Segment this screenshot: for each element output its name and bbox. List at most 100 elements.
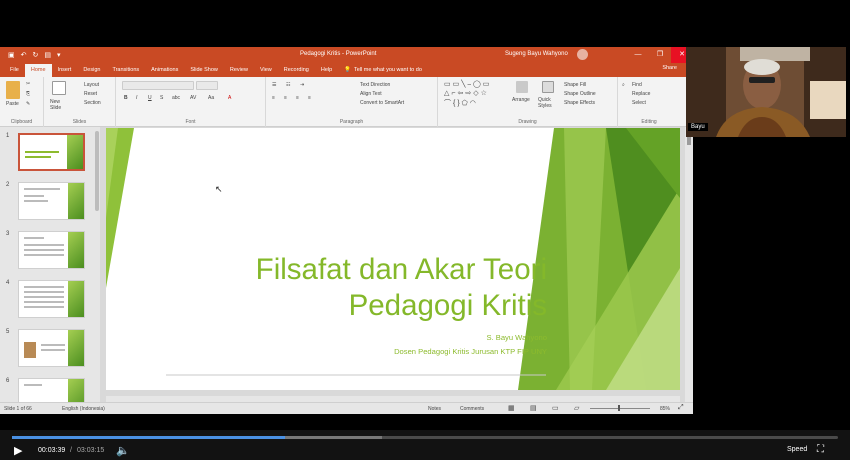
slide-thumbnail-4[interactable] [18,280,85,318]
cut-icon[interactable]: ✂ [26,81,30,87]
numbering-icon[interactable]: ☷ [286,82,290,88]
minimize-button[interactable]: — [627,47,649,63]
customize-qat-icon[interactable]: ▾ [57,51,61,59]
align-left-icon[interactable]: ≡ [272,95,275,101]
change-case-icon[interactable]: Aa [208,95,214,101]
quick-styles-button[interactable]: Quick Styles [538,97,558,109]
copy-icon[interactable]: ⎘ [26,91,30,97]
thumb-text [24,200,48,202]
notes-button[interactable]: Notes [428,406,441,412]
tab-transitions[interactable]: Transitions [106,64,145,77]
new-slide-button[interactable]: New Slide [50,99,70,111]
zoom-slider-thumb[interactable] [618,405,620,411]
new-slide-icon[interactable] [52,81,66,95]
find-button[interactable]: Find [632,82,642,88]
tab-slide-show[interactable]: Slide Show [184,64,224,77]
speed-button[interactable]: Speed [787,446,807,453]
webcam-feed: Bayu [686,47,846,137]
save-icon[interactable]: ▣ [8,51,15,59]
strikethrough-icon[interactable]: abc [172,95,180,101]
slide-thumbnail-2[interactable] [18,182,85,220]
slideshow-view-icon[interactable]: ▱ [574,404,579,412]
slide-thumbnail-1[interactable] [18,133,85,171]
shape-fill-button[interactable]: Shape Fill [564,82,586,88]
shapes-gallery-row3[interactable]: ⌒{}⬠◠ [444,98,478,108]
restore-button[interactable]: ❐ [649,47,671,63]
smartart-button[interactable]: Convert to SmartArt [360,100,404,106]
account-name[interactable]: Sugeng Bayu Wahyono [505,51,568,57]
slide-thumbnail-5[interactable] [18,329,85,367]
current-slide[interactable]: Filsafat dan Akar Teori Pedagogi Kritis … [106,128,680,390]
thumb-text [24,237,44,239]
select-button[interactable]: Select [632,100,646,106]
shape-outline-button[interactable]: Shape Outline [564,91,596,97]
shapes-gallery-row2[interactable]: △⌐⇦⇨◇☆ [444,89,489,97]
thumb-number: 1 [6,133,10,139]
reset-button[interactable]: Reset [84,91,97,97]
paste-icon[interactable] [6,81,20,99]
justify-icon[interactable]: ≡ [308,95,311,101]
comments-button[interactable]: Comments [460,406,484,412]
arrange-button[interactable]: Arrange [512,97,530,103]
indent-icon[interactable]: ⇥ [300,82,304,88]
font-name-box[interactable] [122,81,194,90]
normal-view-icon[interactable]: ▦ [508,404,515,412]
align-right-icon[interactable]: ≡ [296,95,299,101]
shape-effects-button[interactable]: Shape Effects [564,100,595,106]
shapes-gallery[interactable]: ▭▭╲⎯◯▭ [444,80,491,89]
undo-icon[interactable]: ↶ [21,51,27,59]
arrange-icon[interactable] [516,81,528,93]
underline-icon[interactable]: U [148,95,152,101]
paste-button[interactable]: Paste [6,101,19,107]
tell-me-text: Tell me what you want to do [354,67,422,73]
tab-review[interactable]: Review [224,64,254,77]
tab-animations[interactable]: Animations [145,64,184,77]
layout-button[interactable]: Layout [84,82,99,88]
spacing-icon[interactable]: AV [190,95,196,101]
fullscreen-icon[interactable]: ⛶ [817,444,824,455]
language-indicator[interactable]: English (Indonesia) [62,406,105,412]
reading-view-icon[interactable]: ▭ [552,404,559,412]
italic-icon[interactable]: I [136,95,137,101]
tab-view[interactable]: View [254,64,278,77]
text-direction-button[interactable]: Text Direction [360,82,390,88]
play-icon[interactable]: ▶ [14,444,22,457]
format-painter-icon[interactable]: ✎ [26,101,30,107]
font-size-box[interactable] [196,81,218,90]
progress-bar[interactable] [12,436,838,439]
tab-design[interactable]: Design [77,64,106,77]
tab-insert[interactable]: Insert [52,64,78,77]
tell-me-box[interactable]: 💡 Tell me what you want to do [338,64,428,77]
tab-home[interactable]: Home [24,64,52,77]
thumb-text [24,296,64,298]
slides-group: New Slide Layout Reset Section Slides [44,77,116,127]
quick-styles-icon[interactable] [542,81,554,93]
volume-icon[interactable]: 🔈 [116,444,130,457]
account-avatar[interactable] [577,49,588,60]
thumb-decoration [68,232,84,268]
bold-icon[interactable]: B [124,95,128,101]
bullets-icon[interactable]: ☰ [272,82,276,88]
start-slideshow-icon[interactable]: ▤ [44,51,51,59]
align-text-button[interactable]: Align Text [360,91,382,97]
slide-title-line-1: Filsafat dan Akar Teori [255,253,547,286]
share-button[interactable]: Share [662,65,677,71]
shadow-icon[interactable]: S [160,95,163,101]
replace-button[interactable]: Replace [632,91,650,97]
paragraph-group: ☰ ☷ ⇥ ≡ ≡ ≡ ≡ Text Direction Align Text … [266,77,438,127]
fit-to-window-icon[interactable]: ⤢ [678,404,684,412]
zoom-slider[interactable] [590,408,650,409]
font-color-icon[interactable]: A [228,95,231,101]
thumbnails-scrollbar[interactable] [95,131,99,211]
slide-sorter-icon[interactable]: ▤ [530,404,537,412]
slide-thumbnail-3[interactable] [18,231,85,269]
total-time: 03:03:15 [77,447,105,454]
redo-icon[interactable]: ↻ [33,51,39,59]
tab-help[interactable]: Help [315,64,338,77]
align-center-icon[interactable]: ≡ [284,95,287,101]
zoom-level[interactable]: 85% [660,406,670,412]
tab-recording[interactable]: Recording [278,64,315,77]
vertical-scrollbar[interactable] [685,127,693,402]
section-button[interactable]: Section [84,100,101,106]
tab-file[interactable]: File [4,64,25,77]
